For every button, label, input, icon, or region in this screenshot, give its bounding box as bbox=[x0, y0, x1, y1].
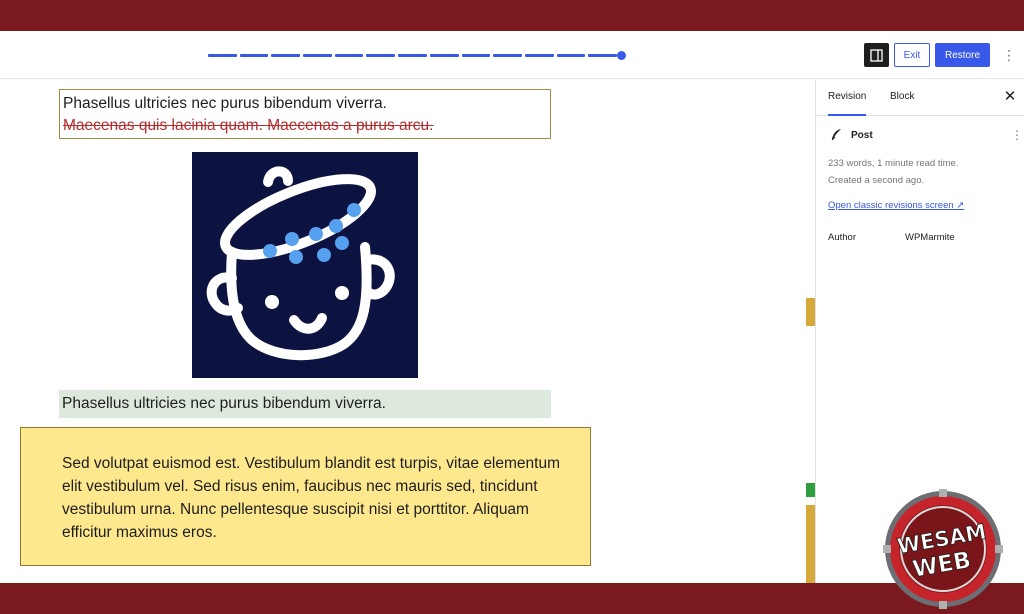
revision-segment[interactable] bbox=[461, 54, 491, 57]
changed-paragraph[interactable]: Phasellus ultricies nec purus bibendum v… bbox=[59, 89, 551, 139]
removed-text: Maecenas quis lacinia quam. Maecenas a p… bbox=[63, 117, 434, 134]
tab-block[interactable]: Block bbox=[890, 80, 914, 116]
post-row: Post ⋮ bbox=[828, 128, 1023, 144]
created-time: Created a second ago. bbox=[828, 175, 925, 186]
change-marker bbox=[806, 505, 815, 583]
paragraph-text: Sed volutpat euismod est. Vestibulum bla… bbox=[62, 455, 560, 541]
classic-revisions-link[interactable]: Open classic revisions screen ↗ bbox=[828, 200, 964, 211]
revision-segment[interactable] bbox=[493, 54, 522, 57]
sidebar-toggle-button[interactable] bbox=[864, 43, 889, 67]
revision-segment[interactable] bbox=[556, 54, 586, 57]
word-count: 233 words, 1 minute read time. bbox=[828, 158, 959, 169]
change-marker bbox=[806, 298, 815, 326]
sidebar-layout-icon bbox=[870, 48, 883, 62]
revision-segment[interactable] bbox=[588, 54, 617, 57]
revision-segment[interactable] bbox=[366, 54, 396, 57]
restore-button[interactable]: Restore bbox=[935, 43, 990, 67]
paragraph-text: Phasellus ultricies nec purus bibendum v… bbox=[63, 95, 387, 112]
vertical-ellipsis-icon[interactable]: ⋮ bbox=[1002, 45, 1016, 65]
highlighted-paragraph[interactable]: Sed volutpat euismod est. Vestibulum bla… bbox=[20, 427, 591, 566]
author-label: Author bbox=[828, 232, 856, 243]
revision-slider[interactable] bbox=[208, 51, 626, 60]
revision-segment[interactable] bbox=[334, 54, 364, 57]
revision-segment[interactable] bbox=[398, 54, 427, 57]
sidebar-tabs: Revision Block ✕ bbox=[816, 80, 1024, 116]
revision-segment[interactable] bbox=[303, 54, 332, 57]
top-toolbar: Exit Restore ⋮ bbox=[0, 31, 1024, 79]
feather-pen-icon bbox=[831, 129, 841, 141]
bottom-band bbox=[0, 583, 1024, 614]
revision-segment[interactable] bbox=[271, 54, 301, 57]
revision-segment[interactable] bbox=[208, 54, 237, 57]
revision-segment[interactable] bbox=[239, 54, 269, 57]
editor-canvas: Phasellus ultricies nec purus bibendum v… bbox=[0, 80, 815, 583]
close-icon[interactable]: ✕ bbox=[1002, 88, 1018, 106]
vertical-ellipsis-icon[interactable]: ⋮ bbox=[1011, 128, 1023, 142]
exit-button[interactable]: Exit bbox=[894, 43, 930, 67]
slider-handle[interactable] bbox=[617, 51, 626, 60]
added-paragraph[interactable]: Phasellus ultricies nec purus bibendum v… bbox=[59, 390, 551, 418]
author-name: WPMarmite bbox=[905, 232, 955, 243]
cooking-pot-logo-icon bbox=[206, 166, 395, 361]
tab-revision[interactable]: Revision bbox=[828, 80, 867, 116]
post-label: Post bbox=[851, 130, 873, 141]
revision-segment[interactable] bbox=[429, 54, 459, 57]
top-band bbox=[0, 0, 1024, 31]
revision-segment[interactable] bbox=[524, 54, 554, 57]
change-marker bbox=[806, 483, 815, 497]
wesam-web-watermark-logo: WESAM WEB bbox=[878, 488, 1008, 610]
image-block[interactable] bbox=[192, 152, 418, 378]
